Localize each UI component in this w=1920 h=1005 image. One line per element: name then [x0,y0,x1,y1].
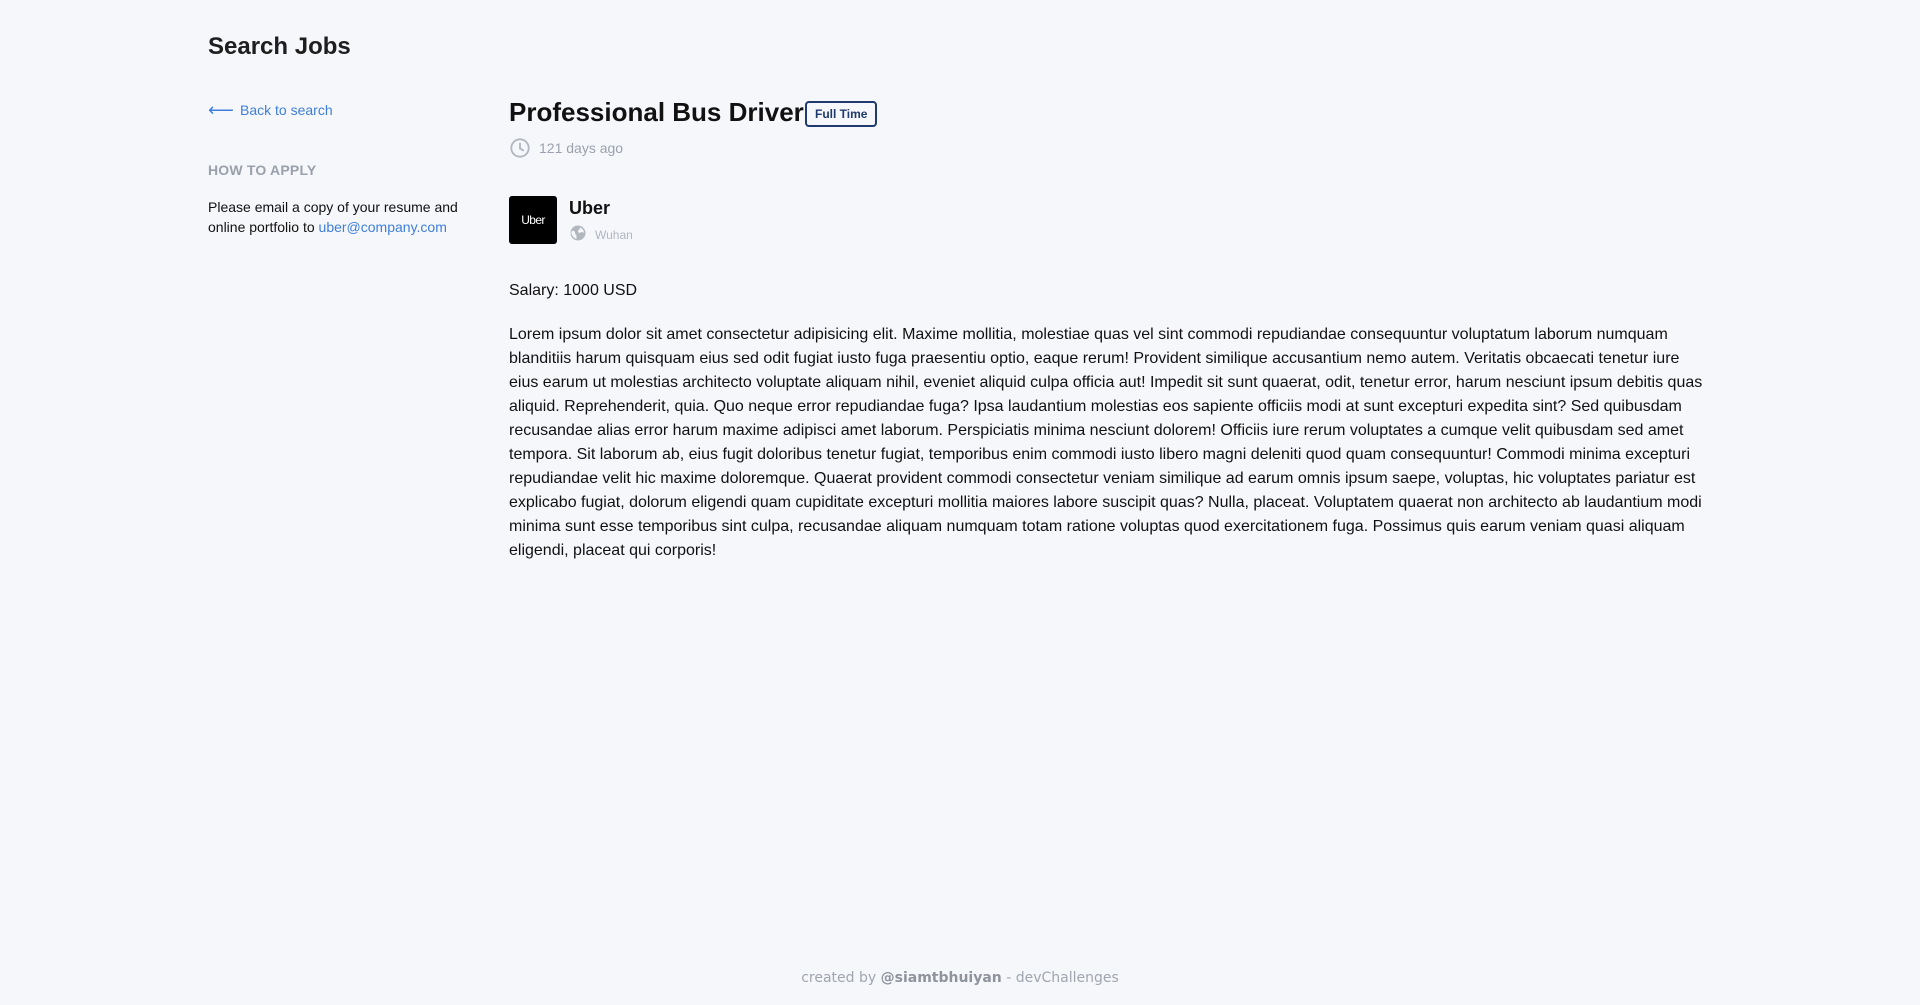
job-type-badge: Full Time [805,101,878,127]
footer-prefix: created by [801,970,881,986]
how-to-apply-text: Please email a copy of your resume and o… [208,197,478,237]
company-logo: Uber [509,196,557,244]
how-to-apply-heading: HOW TO APPLY [208,162,317,178]
job-description: Lorem ipsum dolor sit amet consectetur a… [509,326,1703,559]
footer-suffix: - devChallenges [1001,970,1119,986]
company-location-text: Wuhan [595,227,633,242]
job-title: Professional Bus Driver [509,97,804,127]
apply-email-link[interactable]: uber@company.com [319,219,447,235]
globe-icon [569,224,587,245]
company-location: Wuhan [569,224,633,245]
footer-author-link[interactable]: @siamtbhuiyan [881,970,1002,986]
site-title: Search Jobs [208,33,351,60]
arrow-left-icon: ⟵ [208,100,234,120]
posted-date-text: 121 days ago [539,140,624,156]
salary: Salary: 1000 USD [509,282,638,299]
back-to-search-link[interactable]: ⟵ Back to search [208,101,333,119]
clock-icon [509,137,531,159]
posted-date: 121 days ago [509,137,623,159]
footer: created by @siamtbhuiyan - devChallenges [0,970,1920,986]
back-to-search-label: Back to search [240,102,333,118]
page: Search Jobs ⟵ Back to search HOW TO APPL… [0,0,1920,1005]
company-name: Uber [569,198,611,218]
